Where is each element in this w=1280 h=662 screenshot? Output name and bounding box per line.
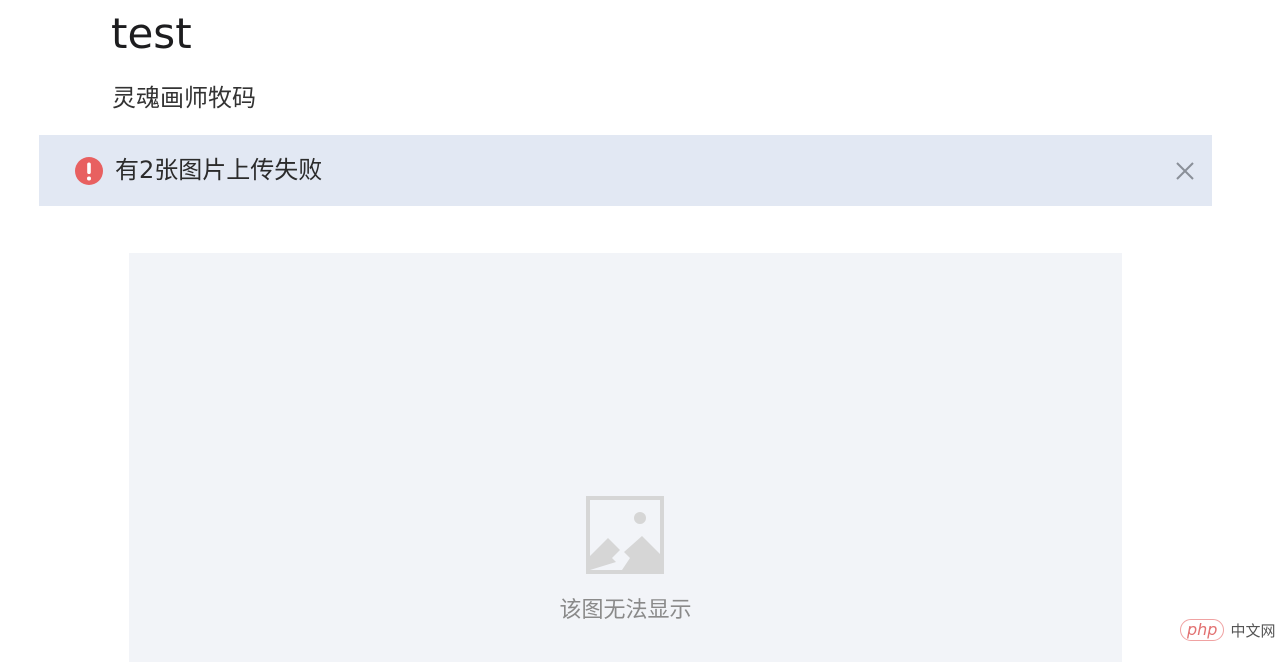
site-watermark: php 中文网	[1180, 618, 1275, 642]
page-title: test	[111, 9, 192, 58]
broken-image-icon	[586, 496, 664, 574]
author-name: 灵魂画师牧码	[112, 84, 256, 112]
image-placeholder: 该图无法显示	[129, 253, 1122, 662]
image-placeholder-message: 该图无法显示	[559, 598, 692, 623]
upload-error-alert: 有2张图片上传失败	[39, 135, 1212, 206]
watermark-logo: php	[1180, 619, 1225, 641]
error-exclamation-icon	[74, 156, 104, 186]
alert-message: 有2张图片上传失败	[115, 156, 323, 184]
close-icon[interactable]	[1173, 159, 1197, 183]
watermark-text: 中文网	[1230, 621, 1276, 640]
